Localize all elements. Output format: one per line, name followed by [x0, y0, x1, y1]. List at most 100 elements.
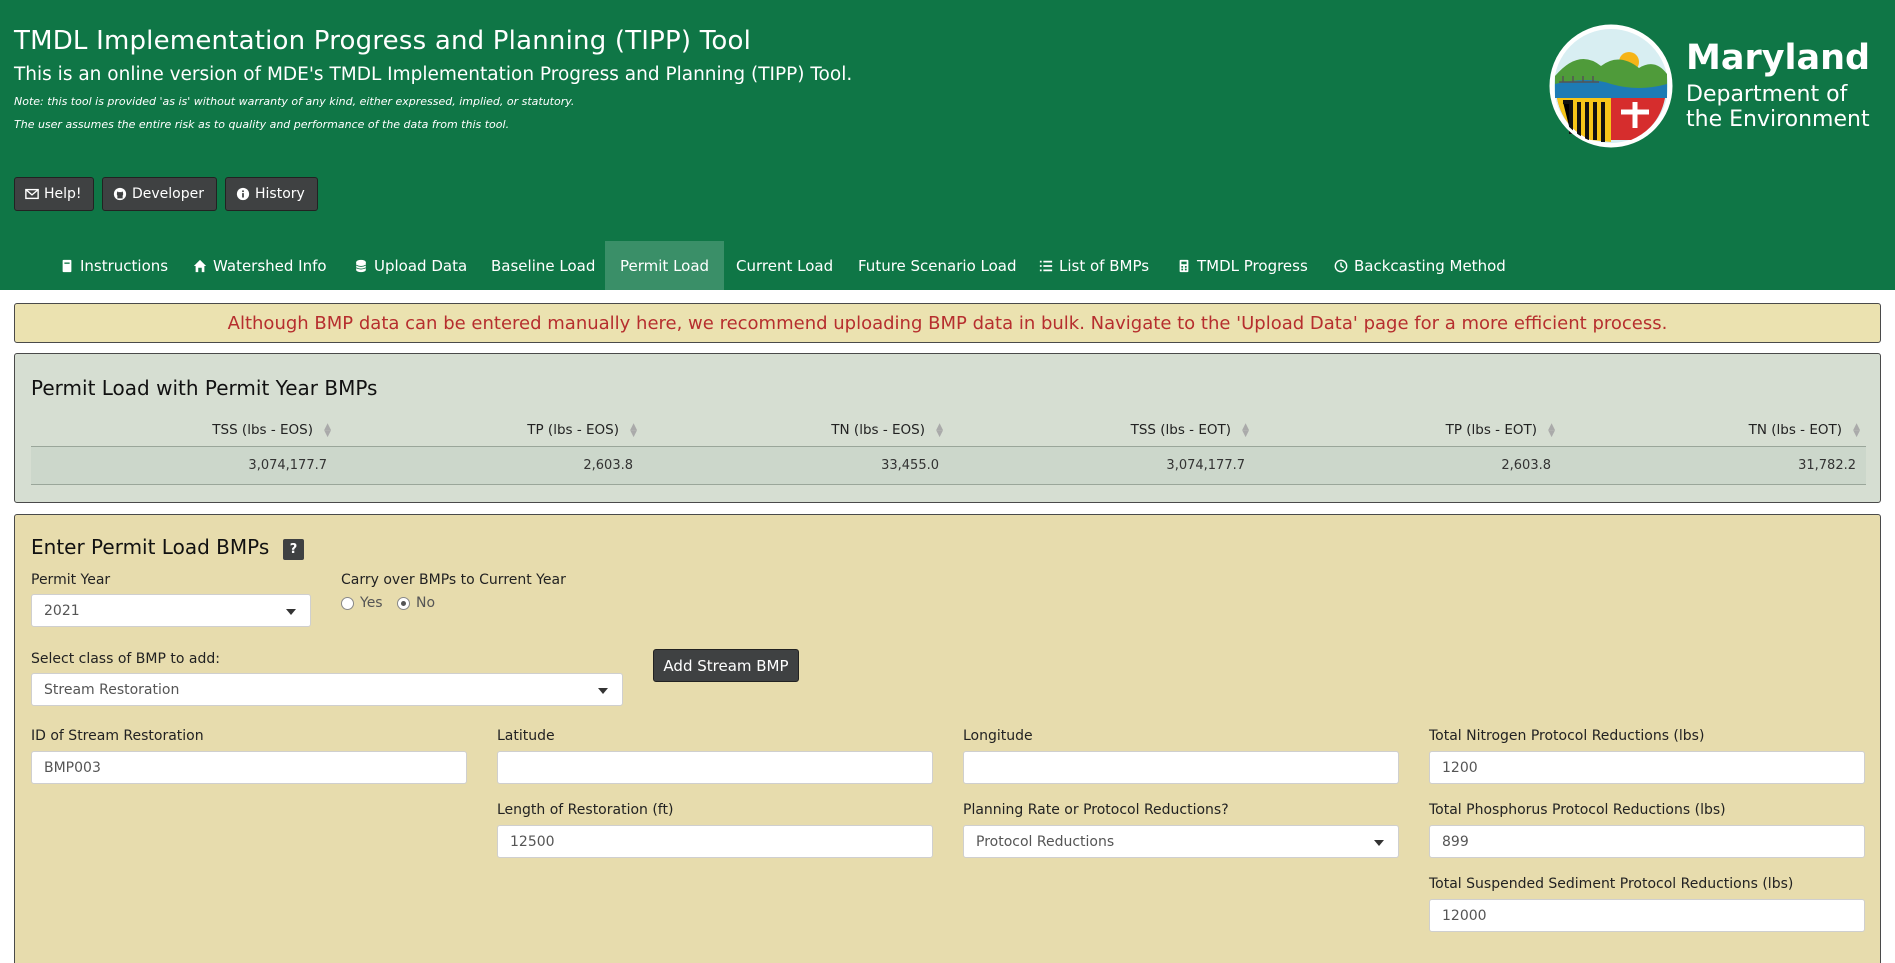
- permit-year-select[interactable]: 2021: [31, 594, 311, 627]
- tab-label: Future Scenario Load: [858, 256, 1017, 275]
- tab-label: Backcasting Method: [1354, 256, 1506, 275]
- enter-bmps-panel: Enter Permit Load BMPs ? Permit Year 202…: [14, 514, 1881, 963]
- main-nav: Instructions Watershed Info Upload Data …: [0, 241, 1895, 290]
- permit-year-label: Permit Year: [31, 572, 111, 588]
- carry-over-yes-radio[interactable]: Yes: [341, 595, 383, 611]
- tab-tmdl-progress[interactable]: TMDL Progress: [1162, 241, 1323, 290]
- radio-circle: [341, 596, 354, 610]
- table-row: 3,074,177.7 2,603.8 33,455.0 3,074,177.7…: [31, 447, 1866, 485]
- home-icon: [193, 259, 207, 272]
- table-cell: 2,603.8: [1501, 458, 1551, 473]
- radio-label: No: [416, 595, 436, 611]
- tp-reductions-label: Total Phosphorus Protocol Reductions (lb…: [1429, 802, 1726, 818]
- tn-reductions-label: Total Nitrogen Protocol Reductions (lbs): [1429, 728, 1705, 744]
- radio-label: Yes: [360, 595, 383, 611]
- add-stream-bmp-button[interactable]: Add Stream BMP: [653, 649, 799, 682]
- table-cell: 3,074,177.7: [1166, 458, 1245, 473]
- column-header[interactable]: TN (lbs - EOS) ▲ ▼: [643, 422, 949, 439]
- developer-button[interactable]: Developer: [102, 177, 217, 211]
- table-cell: 2,603.8: [583, 458, 633, 473]
- tab-future-scenario-load[interactable]: Future Scenario Load: [843, 241, 1032, 290]
- sort-icon: ▲ ▼: [324, 422, 331, 439]
- risk-note: The user assumes the entire risk as to q…: [14, 118, 510, 131]
- tss-reductions-input[interactable]: 12000: [1429, 899, 1865, 932]
- app-title: TMDL Implementation Progress and Plannin…: [14, 26, 752, 56]
- tab-upload-data[interactable]: Upload Data: [339, 241, 482, 290]
- carry-over-label: Carry over BMPs to Current Year: [341, 572, 566, 588]
- database-icon: [355, 259, 367, 272]
- tab-label: Upload Data: [374, 256, 468, 275]
- logo-name: Maryland: [1686, 38, 1871, 78]
- calculator-icon: [1179, 259, 1189, 272]
- column-header[interactable]: TSS (lbs - EOT) ▲ ▼: [949, 422, 1255, 439]
- tab-label: Watershed Info: [213, 256, 327, 275]
- bmp-class-value: Stream Restoration: [44, 681, 180, 698]
- chevron-down-icon: [1374, 840, 1384, 846]
- bmp-class-select[interactable]: Stream Restoration: [31, 673, 623, 706]
- clock-icon: [1334, 259, 1348, 272]
- chevron-down-icon: [286, 609, 296, 615]
- longitude-label: Longitude: [963, 728, 1033, 744]
- tab-label: TMDL Progress: [1197, 256, 1308, 275]
- stream-restoration-id-input[interactable]: BMP003: [31, 751, 467, 784]
- sort-icon: ▲ ▼: [1548, 422, 1555, 439]
- tab-list-of-bmps[interactable]: List of BMPs: [1024, 241, 1164, 290]
- tn-reductions-input[interactable]: 1200: [1429, 751, 1865, 784]
- help-button[interactable]: Help!: [14, 177, 94, 211]
- summary-title: Permit Load with Permit Year BMPs: [31, 376, 378, 400]
- tab-label: Instructions: [80, 256, 169, 275]
- tab-label: Permit Load: [620, 256, 710, 275]
- logo-department-line1: Department of: [1686, 82, 1848, 107]
- column-header[interactable]: TP (lbs - EOT) ▲ ▼: [1255, 422, 1561, 439]
- column-header[interactable]: TP (lbs - EOS) ▲ ▼: [337, 422, 643, 439]
- carry-over-no-radio[interactable]: No: [397, 595, 435, 611]
- tab-label: Baseline Load: [491, 256, 596, 275]
- form-title: Enter Permit Load BMPs: [31, 535, 270, 559]
- permit-load-summary-panel: Permit Load with Permit Year BMPs TSS (l…: [14, 353, 1881, 503]
- id-label: ID of Stream Restoration: [31, 728, 204, 744]
- column-header[interactable]: TSS (lbs - EOS) ▲ ▼: [31, 422, 337, 439]
- logo-department-line2: the Environment: [1686, 107, 1870, 132]
- summary-table-header: TSS (lbs - EOS) ▲ ▼ TP (lbs - EOS) ▲ ▼ TN (l…: [31, 414, 1866, 447]
- tab-label: Current Load: [736, 256, 834, 275]
- rate-or-protocol-label: Planning Rate or Protocol Reductions?: [963, 802, 1229, 818]
- history-button[interactable]: History: [225, 177, 318, 211]
- radio-circle: [397, 596, 410, 610]
- tp-reductions-input[interactable]: 899: [1429, 825, 1865, 858]
- mde-logo: [1549, 24, 1673, 148]
- latitude-label: Latitude: [497, 728, 555, 744]
- tab-backcasting-method[interactable]: Backcasting Method: [1319, 241, 1521, 290]
- list-icon: [1039, 260, 1053, 271]
- table-cell: 3,074,177.7: [248, 458, 327, 473]
- length-label: Length of Restoration (ft): [497, 802, 674, 818]
- envelope-icon: [25, 188, 39, 200]
- tab-watershed-info[interactable]: Watershed Info: [178, 241, 342, 290]
- tab-baseline-load[interactable]: Baseline Load: [476, 241, 610, 290]
- developer-button-label: Developer: [132, 186, 205, 202]
- history-button-label: History: [255, 186, 305, 202]
- sort-icon: ▲ ▼: [630, 422, 637, 439]
- tab-permit-load[interactable]: Permit Load: [605, 241, 725, 290]
- disclaimer-note: Note: this tool is provided 'as is' with…: [14, 95, 575, 108]
- tss-reductions-label: Total Suspended Sediment Protocol Reduct…: [1429, 876, 1794, 892]
- latitude-input[interactable]: [497, 751, 933, 784]
- longitude-input[interactable]: [963, 751, 1399, 784]
- tab-current-load[interactable]: Current Load: [721, 241, 848, 290]
- permit-year-value: 2021: [44, 602, 80, 619]
- tab-label: List of BMPs: [1059, 256, 1150, 275]
- github-icon: [113, 187, 127, 201]
- sort-icon: ▲ ▼: [1242, 422, 1249, 439]
- help-question-button[interactable]: ?: [283, 539, 304, 560]
- book-icon: [62, 259, 72, 272]
- length-input[interactable]: 12500: [497, 825, 933, 858]
- app-header: TMDL Implementation Progress and Plannin…: [0, 0, 1895, 290]
- tab-instructions[interactable]: Instructions: [45, 241, 183, 290]
- column-header[interactable]: TN (lbs - EOT) ▲ ▼: [1560, 422, 1866, 439]
- chevron-down-icon: [598, 688, 608, 694]
- rate-or-protocol-select[interactable]: Protocol Reductions: [963, 825, 1399, 858]
- table-cell: 33,455.0: [881, 458, 939, 473]
- sort-icon: ▲ ▼: [936, 422, 943, 439]
- app-subtitle: This is an online version of MDE's TMDL …: [14, 64, 853, 85]
- help-button-label: Help!: [44, 186, 82, 202]
- bulk-upload-alert: Although BMP data can be entered manuall…: [14, 303, 1881, 343]
